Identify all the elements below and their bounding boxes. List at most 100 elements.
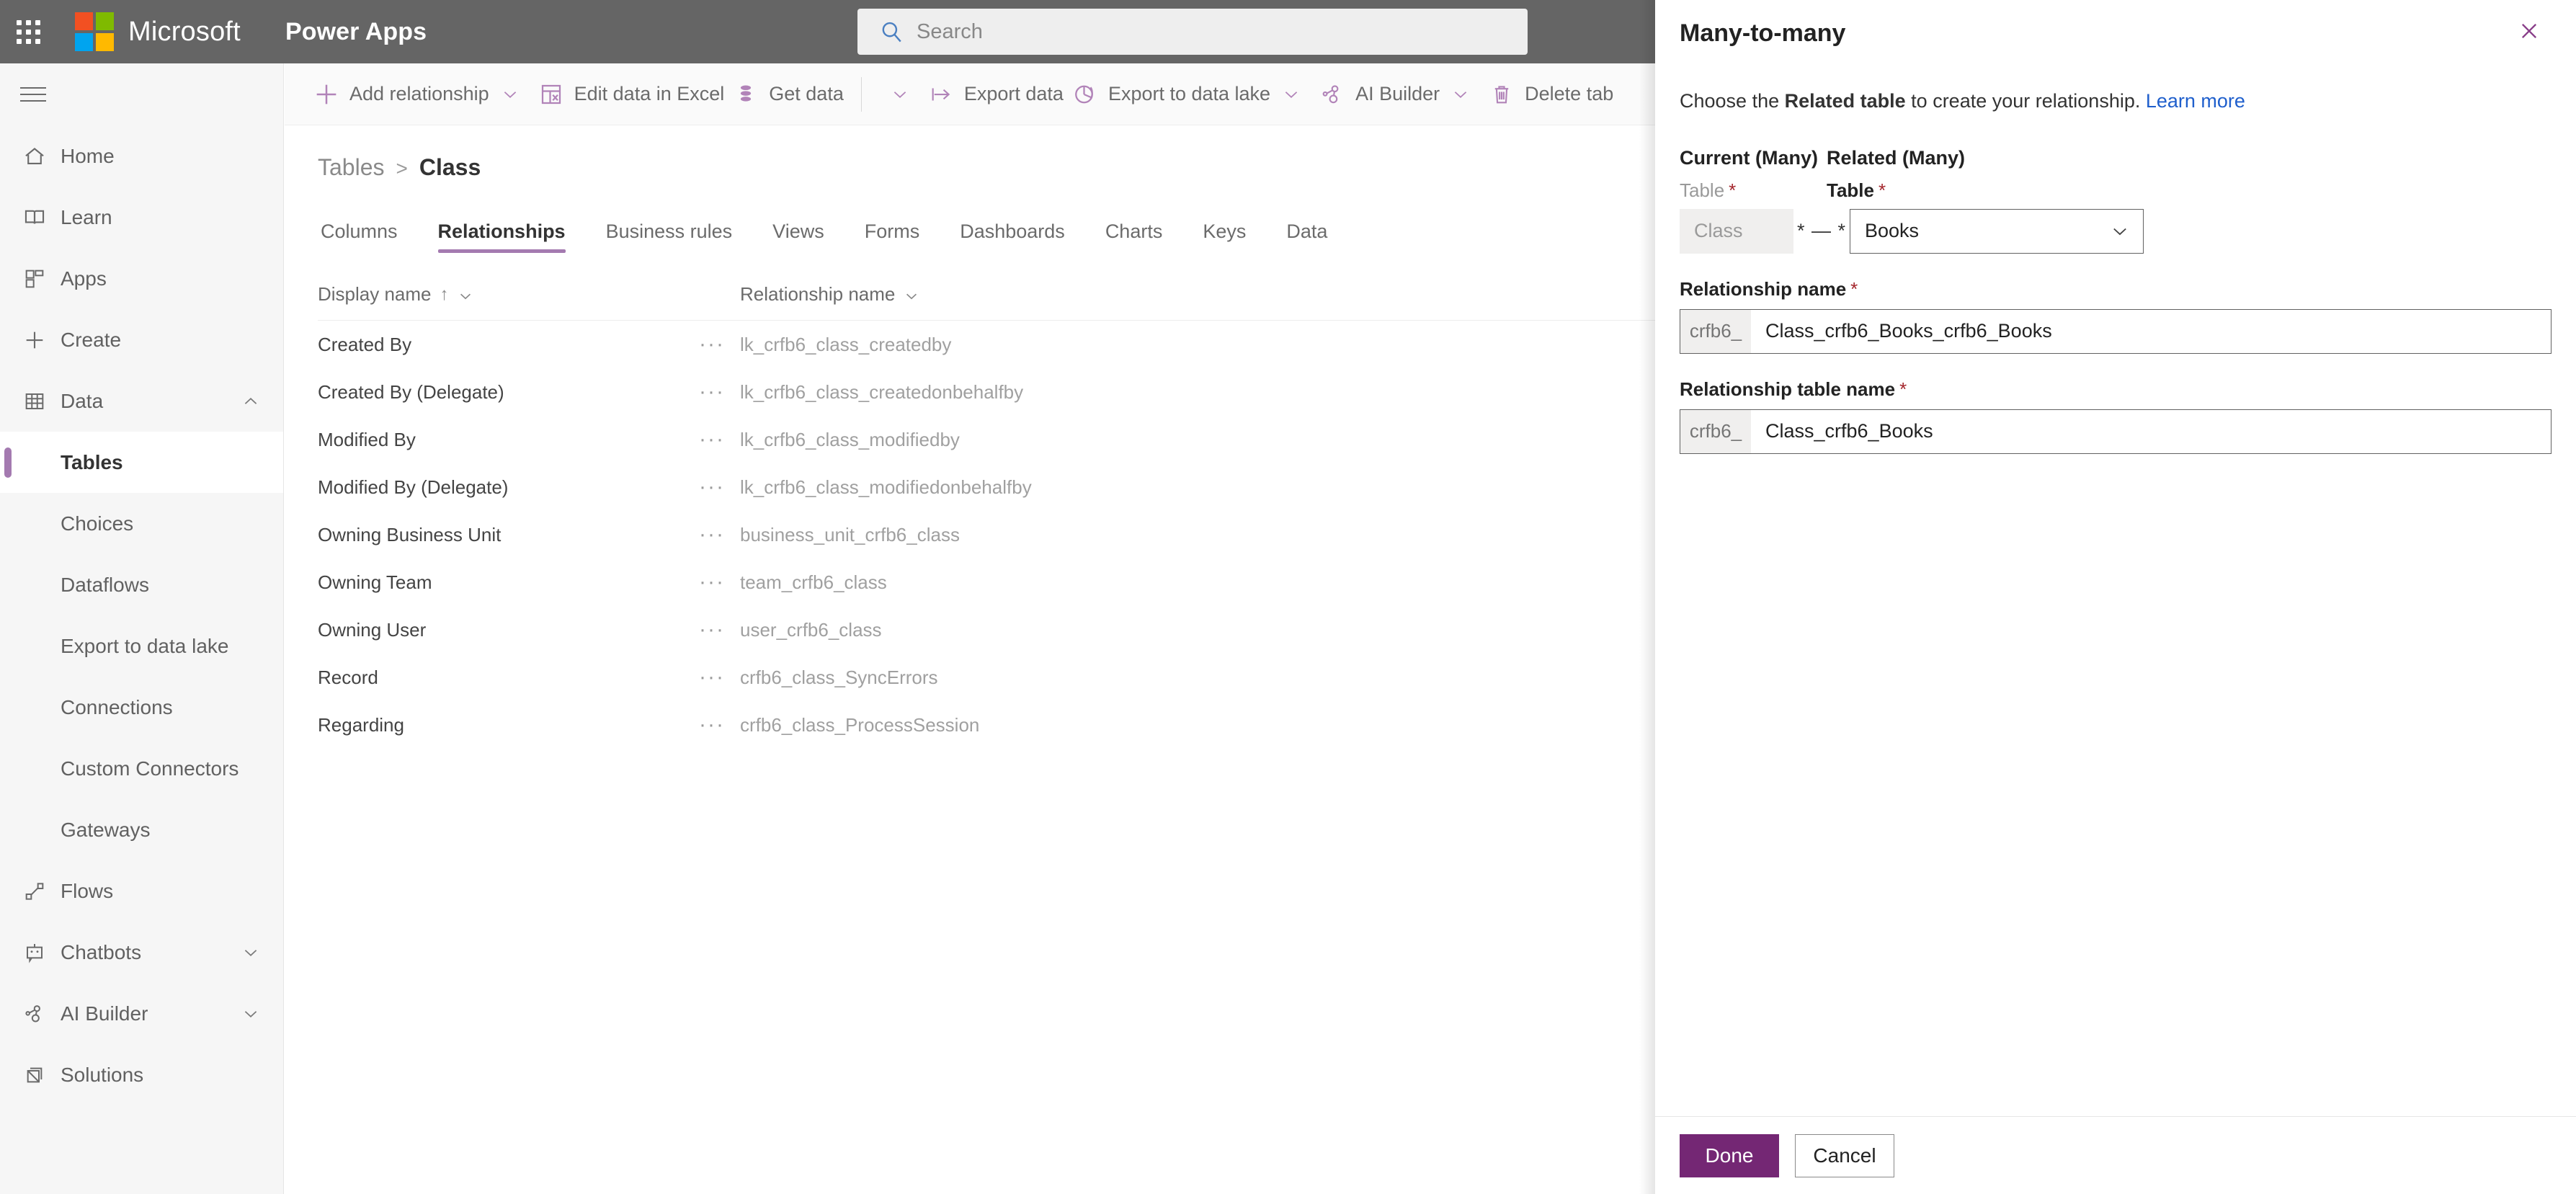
row-overflow-menu-icon[interactable]: ···: [684, 618, 740, 642]
chevron-down-icon: [241, 943, 260, 962]
sidebar-item-data[interactable]: Data: [0, 370, 283, 432]
sidebar-collapse-button[interactable]: [0, 63, 284, 125]
done-button[interactable]: Done: [1680, 1133, 1779, 1177]
add-relationship-button[interactable]: Add relationship: [308, 63, 532, 125]
app-launcher-button[interactable]: [0, 0, 56, 63]
sidebar-item-label: Apps: [61, 267, 107, 290]
delete-table-button[interactable]: Delete tab: [1483, 63, 1616, 125]
sidebar-item-export-to-data-lake[interactable]: Export to data lake: [0, 615, 283, 677]
tab-business-rules[interactable]: Business rules: [606, 220, 733, 253]
chevron-down-icon: [2110, 221, 2130, 241]
chevron-down-icon[interactable]: [1282, 85, 1301, 104]
sidebar-item-label: Choices: [61, 512, 134, 535]
description-prefix: Choose the: [1680, 90, 1785, 112]
tab-data[interactable]: Data: [1286, 220, 1327, 253]
row-overflow-menu-icon[interactable]: ···: [684, 713, 740, 737]
chevron-down-icon[interactable]: [904, 287, 919, 303]
row-overflow-menu-icon[interactable]: ···: [684, 332, 740, 357]
export-to-data-lake-button[interactable]: Export to data lake: [1066, 63, 1314, 125]
command-label: AI Builder: [1355, 83, 1440, 104]
sidebar-item-ai-builder[interactable]: AI Builder: [0, 983, 283, 1044]
get-data-button[interactable]: Get data: [727, 63, 847, 125]
tab-dashboards[interactable]: Dashboards: [960, 220, 1065, 253]
tab-forms[interactable]: Forms: [865, 220, 920, 253]
row-overflow-menu-icon[interactable]: ···: [684, 665, 740, 690]
panel-description: Choose the Related table to create your …: [1680, 88, 2552, 115]
row-overflow-menu-icon[interactable]: ···: [684, 570, 740, 594]
close-icon[interactable]: [2507, 9, 2552, 53]
brand-label: Microsoft: [128, 16, 241, 47]
edit-data-in-excel-button[interactable]: Edit data in Excel: [532, 63, 728, 125]
table-pair-row: Class * — * Books: [1680, 208, 2552, 254]
microsoft-logo[interactable]: Microsoft: [75, 12, 241, 51]
related-table-dropdown[interactable]: Books: [1850, 208, 2144, 254]
export-data-button[interactable]: Export data: [922, 63, 1066, 125]
relationship-table-name-value: Class_crfb6_Books: [1765, 420, 1933, 442]
page-title: Class: [419, 154, 481, 180]
chevron-down-icon[interactable]: [501, 85, 520, 104]
relationship-table-name-label-wrap: Relationship table name *: [1680, 378, 2552, 401]
sidebar-item-create[interactable]: Create: [0, 309, 283, 370]
sidebar-item-tables[interactable]: Tables: [0, 432, 283, 493]
sidebar-item-label: Dataflows: [61, 573, 149, 596]
tab-relationships[interactable]: Relationships: [437, 220, 566, 253]
chevron-down-icon[interactable]: [891, 85, 909, 104]
left-sidebar: Home Learn Apps Create Data Tables Choic…: [0, 63, 284, 1194]
tab-views[interactable]: Views: [772, 220, 824, 253]
chevron-down-icon[interactable]: [458, 287, 473, 303]
command-label: Export to data lake: [1107, 83, 1271, 104]
learn-more-link[interactable]: Learn more: [2146, 90, 2245, 112]
chatbot-icon: [20, 938, 49, 967]
column-header-label: Display name: [318, 283, 432, 305]
sidebar-item-apps[interactable]: Apps: [0, 248, 283, 309]
sidebar-item-home[interactable]: Home: [0, 125, 283, 187]
search-input[interactable]: Search: [857, 9, 1528, 55]
tab-columns[interactable]: Columns: [321, 220, 398, 253]
row-overflow-menu-icon[interactable]: ···: [684, 380, 740, 404]
sidebar-item-learn[interactable]: Learn: [0, 187, 283, 248]
row-overflow-menu-icon[interactable]: ···: [684, 427, 740, 452]
description-bold: Related table: [1784, 90, 1906, 112]
row-overflow-menu-icon[interactable]: ···: [684, 475, 740, 499]
search-placeholder: Search: [917, 19, 983, 43]
current-section-heading: Current (Many): [1680, 146, 1819, 169]
required-marker: *: [1729, 179, 1737, 201]
sidebar-item-label: Export to data lake: [61, 634, 229, 657]
sidebar-item-solutions[interactable]: Solutions: [0, 1044, 283, 1105]
tab-keys[interactable]: Keys: [1203, 220, 1246, 253]
chevron-up-icon: [241, 392, 260, 411]
sidebar-item-connections[interactable]: Connections: [0, 677, 283, 738]
command-label: Delete tab: [1525, 83, 1614, 104]
relationship-name-input[interactable]: crfb6_ Class_crfb6_Books_crfb6_Books: [1680, 308, 2552, 354]
sidebar-item-label: Chatbots: [61, 940, 142, 963]
sidebar-item-dataflows[interactable]: Dataflows: [0, 554, 283, 615]
sidebar-item-gateways[interactable]: Gateways: [0, 799, 283, 860]
sidebar-item-choices[interactable]: Choices: [0, 493, 283, 554]
hamburger-icon: [20, 82, 46, 107]
power-apps-window: Microsoft Power Apps Search Home Learn A…: [0, 0, 2576, 1194]
excel-icon: [535, 79, 567, 110]
flow-icon: [20, 877, 49, 906]
sidebar-item-label: AI Builder: [61, 1002, 148, 1025]
cell-display-name: Owning User: [318, 618, 427, 641]
breadcrumb-parent[interactable]: Tables: [318, 154, 385, 181]
table-grid-icon: [20, 387, 49, 416]
cell-display-name: Owning Team: [318, 571, 432, 593]
command-label: Edit data in Excel: [574, 83, 725, 104]
tab-charts[interactable]: Charts: [1105, 220, 1163, 253]
column-header-display-name[interactable]: Display name ↑: [318, 283, 684, 306]
chevron-down-icon[interactable]: [1451, 85, 1470, 104]
required-marker: *: [1899, 378, 1907, 400]
app-title: Power Apps: [285, 17, 427, 45]
row-overflow-menu-icon[interactable]: ···: [684, 522, 740, 547]
sidebar-item-chatbots[interactable]: Chatbots: [0, 922, 283, 983]
ai-builder-icon: [20, 999, 49, 1028]
apps-grid-icon: [20, 264, 49, 293]
sidebar-item-flows[interactable]: Flows: [0, 860, 283, 922]
get-data-chevron-button[interactable]: [876, 63, 922, 125]
cancel-button[interactable]: Cancel: [1795, 1133, 1894, 1177]
ai-builder-button[interactable]: AI Builder: [1314, 63, 1483, 125]
relationship-table-name-input[interactable]: crfb6_ Class_crfb6_Books: [1680, 409, 2552, 454]
sidebar-item-custom-connectors[interactable]: Custom Connectors: [0, 738, 283, 799]
relationship-table-name-label: Relationship table name: [1680, 378, 1896, 400]
